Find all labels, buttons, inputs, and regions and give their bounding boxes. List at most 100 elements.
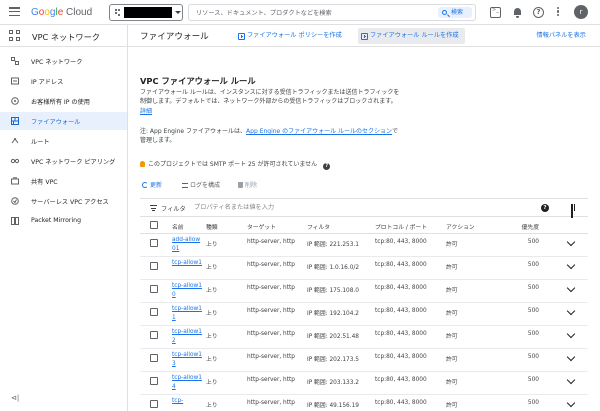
rule-filters: IP 範囲: 202.51.48 — [307, 334, 359, 340]
refresh-button[interactable]: 更新 — [142, 180, 162, 192]
rule-priority: 500 — [527, 400, 539, 406]
rule-action: 許可 — [446, 288, 458, 294]
column-protocols[interactable]: プロトコル / ポート — [375, 222, 427, 231]
expand-row-chevron-icon[interactable] — [566, 260, 576, 270]
rule-protocols: tcp:80, 443, 8000 — [375, 377, 427, 383]
filter-input[interactable] — [194, 202, 354, 213]
create-firewall-policy-button[interactable]: ファイアウォール ポリシーを作成 — [235, 28, 348, 44]
rule-targets: http-server, http — [247, 354, 295, 360]
rule-direction: 上り — [206, 357, 218, 363]
sidebar-item-packet-mirroring[interactable]: Packet Mirroring — [0, 212, 127, 230]
rule-direction: 上り — [206, 311, 218, 317]
search-icon — [442, 9, 447, 15]
details-link[interactable]: 詳細 — [140, 108, 152, 115]
column-direction[interactable]: 種類 — [206, 222, 218, 231]
sidebar-item-peering[interactable]: VPC ネットワーク ピアリング — [0, 152, 127, 170]
expand-row-chevron-icon[interactable] — [566, 375, 576, 385]
rule-name-link[interactable]: tcp-allow13 — [172, 351, 202, 369]
sidebar-item-ip-address[interactable]: IP アドレス — [0, 72, 127, 90]
rule-filters: IP 範囲: 221.253.1 — [307, 242, 359, 248]
smtp-notice: このプロジェクトでは SMTP ポート 25 が許可されていません? — [140, 159, 331, 170]
table-row: add-allow01 上り http-server, http IP 範囲: 221… — [140, 234, 588, 257]
hamburger-menu-icon[interactable] — [9, 7, 20, 17]
column-filters[interactable]: フィルタ — [307, 222, 330, 231]
filter-bar: フィルタ ? — [140, 199, 588, 218]
rule-name-link[interactable]: add-allow01 — [172, 236, 202, 254]
search-input[interactable] — [196, 8, 426, 18]
sidebar-item-shared-vpc[interactable]: 共有 VPC — [0, 172, 127, 190]
rule-targets: http-server, http — [247, 308, 295, 314]
search-box: 検索 — [188, 4, 476, 21]
collapse-sidebar-icon[interactable]: ⊲| — [11, 394, 19, 402]
project-icon — [115, 9, 121, 16]
expand-row-chevron-icon[interactable] — [566, 283, 576, 293]
help-icon[interactable]: ? — [533, 7, 544, 18]
sidebar-item-byoip[interactable]: お客様所有 IP の使用 — [0, 92, 127, 110]
configure-logs-button[interactable]: ログを構成 — [182, 180, 220, 192]
row-checkbox[interactable] — [150, 262, 158, 270]
rule-direction: 上り — [206, 334, 218, 340]
sidebar-item-vpc-network[interactable]: VPC ネットワーク — [0, 52, 127, 70]
rule-filters: IP 範囲: 1.0.16.0/2 — [307, 265, 360, 271]
rule-filters: IP 範囲: 202.173.5 — [307, 357, 359, 363]
select-all-checkbox[interactable] — [150, 221, 158, 229]
rule-name-link[interactable]: tcp-allow1 — [172, 259, 202, 268]
rule-name-link[interactable]: tcp-allow11 — [172, 305, 202, 323]
rule-priority: 500 — [527, 308, 539, 314]
row-checkbox[interactable] — [150, 331, 158, 339]
notifications-bell-icon[interactable] — [512, 7, 523, 18]
rule-action: 許可 — [446, 380, 458, 386]
column-action[interactable]: アクション — [446, 222, 475, 231]
create-firewall-rule-button[interactable]: ファイアウォール ルールを作成 — [358, 28, 465, 44]
sidebar-item-serverless-vpc[interactable]: サーバーレス VPC アクセス — [0, 192, 127, 210]
column-targets[interactable]: ターゲット — [247, 222, 276, 231]
sidebar-item-firewall[interactable]: ファイアウォール — [0, 112, 127, 130]
rule-protocols: tcp:80, 443, 8000 — [375, 262, 427, 268]
rule-direction: 上り — [206, 242, 218, 248]
expand-row-chevron-icon[interactable] — [566, 398, 576, 408]
rule-action: 許可 — [446, 334, 458, 340]
peering-icon — [10, 157, 20, 165]
row-checkbox[interactable] — [150, 354, 158, 362]
help-icon[interactable]: ? — [323, 163, 331, 170]
rule-targets: http-server, http — [247, 262, 295, 268]
rule-name-link[interactable]: tcp-allow14 — [172, 374, 202, 392]
rule-protocols: tcp:80, 443, 8000 — [375, 354, 427, 360]
page-title: ファイアウォール — [140, 32, 209, 42]
project-selector[interactable] — [109, 4, 183, 21]
row-checkbox[interactable] — [150, 377, 158, 385]
help-icon[interactable]: ? — [541, 204, 549, 212]
search-button[interactable]: 検索 — [438, 7, 472, 18]
row-checkbox[interactable] — [150, 239, 158, 247]
app-engine-firewall-link[interactable]: App Engine のファイアウォール ルールのセクション — [246, 128, 392, 135]
cloud-shell-icon[interactable] — [490, 7, 501, 18]
expand-row-chevron-icon[interactable] — [566, 306, 576, 316]
delete-button[interactable]: 削除 — [238, 180, 257, 192]
column-name[interactable]: 名前 — [172, 222, 184, 231]
rule-name-link[interactable]: tcp- — [172, 397, 202, 406]
row-checkbox[interactable] — [150, 285, 158, 293]
rule-targets: http-server, http — [247, 239, 295, 245]
google-cloud-logo[interactable]: Google Cloud — [31, 7, 92, 18]
expand-row-chevron-icon[interactable] — [566, 329, 576, 339]
column-priority[interactable]: 優先度 — [512, 222, 539, 231]
shared-vpc-icon — [11, 177, 19, 185]
expand-row-chevron-icon[interactable] — [566, 237, 576, 247]
rule-priority: 500 — [527, 377, 539, 383]
row-checkbox[interactable] — [150, 400, 158, 408]
expand-row-chevron-icon[interactable] — [566, 352, 576, 362]
rule-priority: 500 — [527, 262, 539, 268]
row-checkbox[interactable] — [150, 308, 158, 316]
rule-name-link[interactable]: tcp-allow12 — [172, 328, 202, 346]
rule-direction: 上り — [206, 265, 218, 271]
column-display-options-icon[interactable] — [571, 204, 579, 218]
add-box-icon — [361, 32, 368, 40]
show-info-panel-button[interactable]: 情報パネルを表示 — [537, 30, 587, 39]
sidebar-item-route[interactable]: ルート — [0, 132, 127, 150]
more-options-icon[interactable] — [556, 7, 560, 18]
rule-name-link[interactable]: tcp-allow10 — [172, 282, 202, 300]
rule-targets: http-server, http — [247, 331, 295, 337]
account-avatar[interactable]: r — [574, 5, 588, 19]
rule-filters: IP 範囲: 192.104.2 — [307, 311, 359, 317]
rule-action: 許可 — [446, 242, 458, 248]
